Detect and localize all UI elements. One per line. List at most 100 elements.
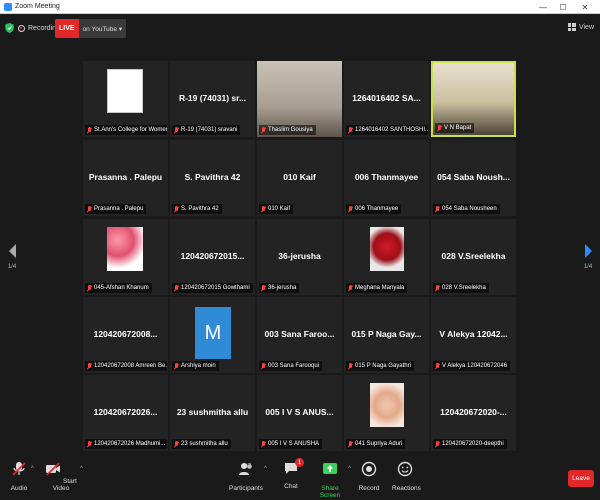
participant-name-label: St.Ann's College for Women [85,125,167,135]
muted-mic-icon [174,440,179,448]
maximize-button[interactable]: ☐ [552,0,574,14]
participant-name-label: Arshiya moin [172,361,219,371]
participant-tile[interactable]: 120420672020-... 120420672020-deepthi [431,375,516,451]
participant-profile-picture [107,227,143,271]
participant-name-text: R-19 (74031) sravani [181,127,238,133]
participant-tile[interactable]: 23 sushmitha allu 23 sushmitha allu [170,375,255,451]
chevron-left-icon [8,244,16,258]
participant-tile[interactable]: S. Pavithra 42 S. Pavithra 42 [170,140,255,216]
recording-dot-icon [18,24,25,32]
participant-tile[interactable]: 120420672026... 120420672026 Madhumi... [83,375,168,451]
participant-tile[interactable]: Thaslim Gousiya [257,61,342,137]
participant-name-text: 120420672015 Gowthami [181,285,250,291]
participant-tile[interactable]: M Arshiya moin [170,297,255,373]
participant-tile[interactable]: 003 Sana Faroo... 003 Sana Farooqui [257,297,342,373]
previous-page-button[interactable]: 1/4 [2,244,22,270]
microphone-muted-icon [12,462,26,476]
participant-name-text: S. Pavithra 42 [181,206,219,212]
participant-name-text: 003 Sana Farooqui [268,363,320,369]
muted-mic-icon [348,205,353,213]
participant-tile[interactable]: R-19 (74031) sr... R-19 (74031) sravani [170,61,255,137]
muted-mic-icon [174,126,179,134]
participant-name-label: 006 Thanmayee [346,204,402,214]
muted-mic-icon [87,440,92,448]
chat-button[interactable]: 1 Chat [281,458,304,490]
participant-tile-active-speaker[interactable]: V N Bapat [431,61,516,137]
participant-tile[interactable]: 015 P Naga Gay... 015 P Naga Gayathri [344,297,429,373]
participant-tile[interactable]: 045-Afshan Khanum [83,219,168,295]
share-options-caret-icon[interactable]: ^ [348,466,351,472]
participant-profile-picture [370,383,404,427]
start-video-button[interactable]: Start Video [44,461,78,492]
audio-button[interactable]: Audio [8,461,30,492]
participant-name-text: 005 I V S ANUSHA [268,441,320,447]
live-destination: on YouTube ▾ [78,19,127,38]
window-title: Zoom Meeting [15,3,60,10]
participant-name-text: 36-jerusha [268,285,297,291]
record-button[interactable]: Record [358,461,380,492]
participant-display-name: 003 Sana Faroo... [264,329,335,339]
participant-name-label: Meghana Manyala [346,283,408,293]
participant-name-label: 015 P Naga Gayathri [346,361,414,371]
participants-button[interactable]: 97 Participants [228,461,264,492]
share-screen-button[interactable]: Share Screen [313,461,347,499]
participant-display-name: 120420672008... [93,329,158,339]
participant-display-name: 006 Thanmayee [354,172,419,182]
leave-button[interactable]: Leave [568,470,594,487]
audio-label: Audio [10,485,28,492]
page-indicator-left: 1/4 [7,264,17,270]
participant-display-name: 23 sushmitha allu [176,407,249,417]
reactions-button[interactable]: Reactions [392,461,421,492]
participant-tile[interactable]: 006 Thanmayee 006 Thanmayee [344,140,429,216]
muted-mic-icon [174,362,179,370]
participant-name-text: St.Ann's College for Women [94,127,167,133]
muted-mic-icon [348,362,353,370]
participant-display-name: Prasanna . Palepu [88,172,163,182]
participant-tile[interactable]: 1264016402 SA... 1264016402 SANTHOSHI... [344,61,429,137]
participant-tile[interactable]: 120420672015... 120420672015 Gowthami [170,219,255,295]
participant-tile[interactable]: St.Ann's College for Women [83,61,168,137]
live-stream-button[interactable]: LIVE on YouTube ▾ [55,19,127,38]
participant-tile[interactable]: V Alekya 12042... V Alekya 120420672046 [431,297,516,373]
view-button[interactable]: View [567,23,594,31]
participant-display-name: 120420672020-... [440,407,507,417]
participants-options-caret-icon[interactable]: ^ [264,466,267,472]
participant-tile[interactable]: 041 Supriya Aduri [344,375,429,451]
minimize-button[interactable]: — [532,0,554,14]
participant-tile[interactable]: Prasanna . Palepu Prasanna . Palepu [83,140,168,216]
participant-name-text: 23 sushmitha allu [181,441,228,447]
start-video-label: Start Video [52,478,77,492]
participant-name-text: Prasanna . Palepu [94,206,144,212]
participant-tile[interactable]: 010 Kaif 010 Kaif [257,140,342,216]
encryption-shield-icon[interactable] [5,23,14,33]
meeting-controls-bar: Audio ^ Start Video ^ 97 Participants ^ [0,455,600,500]
live-badge: LIVE [55,19,79,38]
close-window-button[interactable]: ✕ [574,0,596,14]
record-label: Record [358,485,380,492]
participant-tile[interactable]: 36-jerusha 36-jerusha [257,219,342,295]
participant-name-text: 054 Saba Nousheen [442,206,497,212]
muted-mic-icon [348,284,353,292]
participant-name-text: 041 Supriya Aduri [355,441,403,447]
participant-display-name: 1264016402 SA... [352,93,421,103]
participant-name-text: 015 P Naga Gayathri [355,363,411,369]
title-bar: Zoom Meeting — ☐ ✕ [0,0,600,14]
chat-unread-badge: 1 [295,458,304,467]
muted-mic-icon [87,205,92,213]
video-options-caret-icon[interactable]: ^ [80,466,83,472]
participant-name-label: 054 Saba Nousheen [433,204,500,214]
recording-indicator[interactable]: Recording [18,20,60,36]
participant-tile[interactable]: Meghana Manyala [344,219,429,295]
participant-name-text: Meghana Manyala [355,285,405,291]
audio-options-caret-icon[interactable]: ^ [31,466,34,472]
participant-name-text: V Alekya 120420672046 [442,363,508,369]
next-page-button[interactable]: 1/4 [578,244,598,270]
participant-tile[interactable]: 120420672008... 120420672008 Amreen Be... [83,297,168,373]
participant-display-name: 010 Kaif [283,172,316,182]
participant-tile[interactable]: 028 V.Sreelekha 028 V.Sreelekha [431,219,516,295]
participant-name-label: Prasanna . Palepu [85,204,147,214]
participant-profile-picture [370,227,404,271]
participant-tile[interactable]: 005 I V S ANUS... 005 I V S ANUSHA [257,375,342,451]
participant-tile[interactable]: 054 Saba Noush... 054 Saba Nousheen [431,140,516,216]
muted-mic-icon [261,126,266,134]
